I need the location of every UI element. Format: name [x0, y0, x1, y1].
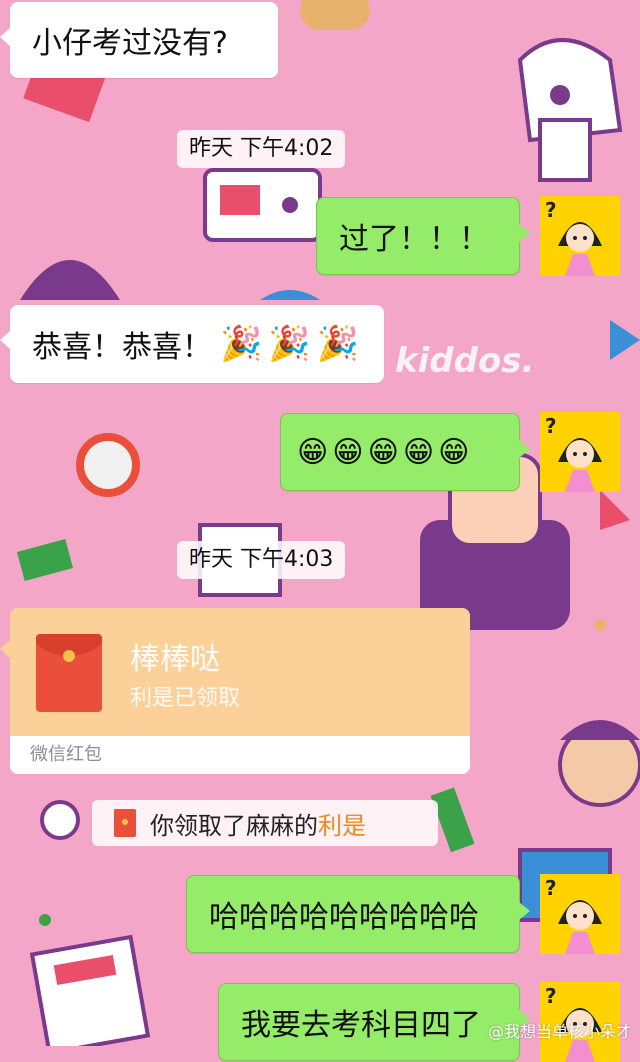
- message-text: 哈哈哈哈哈哈哈哈哈: [209, 900, 479, 935]
- watermark: @我想当单核小朵才: [487, 1022, 632, 1041]
- grinning-face-icon: 😁: [402, 434, 435, 470]
- party-popper-icon: 🎉: [268, 324, 311, 364]
- red-packet-footer: 微信红包: [30, 744, 102, 765]
- user-avatar[interactable]: ?: [540, 196, 620, 276]
- grinning-face-icon: 😁: [297, 434, 329, 470]
- grinning-face-icon: 😁: [332, 434, 364, 470]
- timestamp: 昨天 下午4:03: [177, 541, 346, 579]
- system-notice: 你领取了麻麻的 利是: [92, 800, 438, 846]
- incoming-message-bubble[interactable]: 恭喜！恭喜！ 🎉 🎉 🎉: [0, 305, 384, 383]
- outgoing-message-bubble[interactable]: 😁 😁 😁 😁 😁: [280, 413, 530, 491]
- red-packet-status: 利是已领取: [130, 686, 241, 711]
- grinning-face-icon: 😁: [438, 434, 470, 470]
- incoming-message-bubble[interactable]: 小仔考过没有?: [0, 2, 278, 78]
- notice-text: 你领取了麻麻的: [150, 811, 318, 840]
- red-packet-icon: [114, 809, 136, 837]
- red-envelope-icon: [36, 634, 102, 712]
- red-packet-card[interactable]: 棒棒哒 利是已领取 微信红包: [0, 608, 470, 774]
- red-packet-title: 棒棒哒: [130, 642, 220, 677]
- message-text: 我要去考科目四了: [241, 1008, 481, 1043]
- notice-link[interactable]: 利是: [318, 806, 366, 841]
- outgoing-message-bubble[interactable]: 我要去考科目四了: [218, 983, 530, 1061]
- user-avatar[interactable]: ?: [540, 412, 620, 492]
- message-text: 恭喜！恭喜！: [32, 330, 212, 365]
- timestamp: 昨天 下午4:02: [177, 130, 346, 168]
- outgoing-message-bubble[interactable]: 过了！！！: [316, 197, 530, 275]
- user-avatar[interactable]: ?: [540, 874, 620, 954]
- party-popper-icon: 🎉: [220, 324, 263, 364]
- message-text: 过了！！！: [339, 222, 489, 257]
- message-text: 小仔考过没有?: [32, 26, 228, 61]
- party-popper-icon: 🎉: [316, 324, 360, 364]
- svg-text:kiddos.: kiddos.: [395, 341, 534, 381]
- outgoing-message-bubble[interactable]: 哈哈哈哈哈哈哈哈哈: [186, 875, 530, 953]
- grinning-face-icon: 😁: [367, 434, 399, 470]
